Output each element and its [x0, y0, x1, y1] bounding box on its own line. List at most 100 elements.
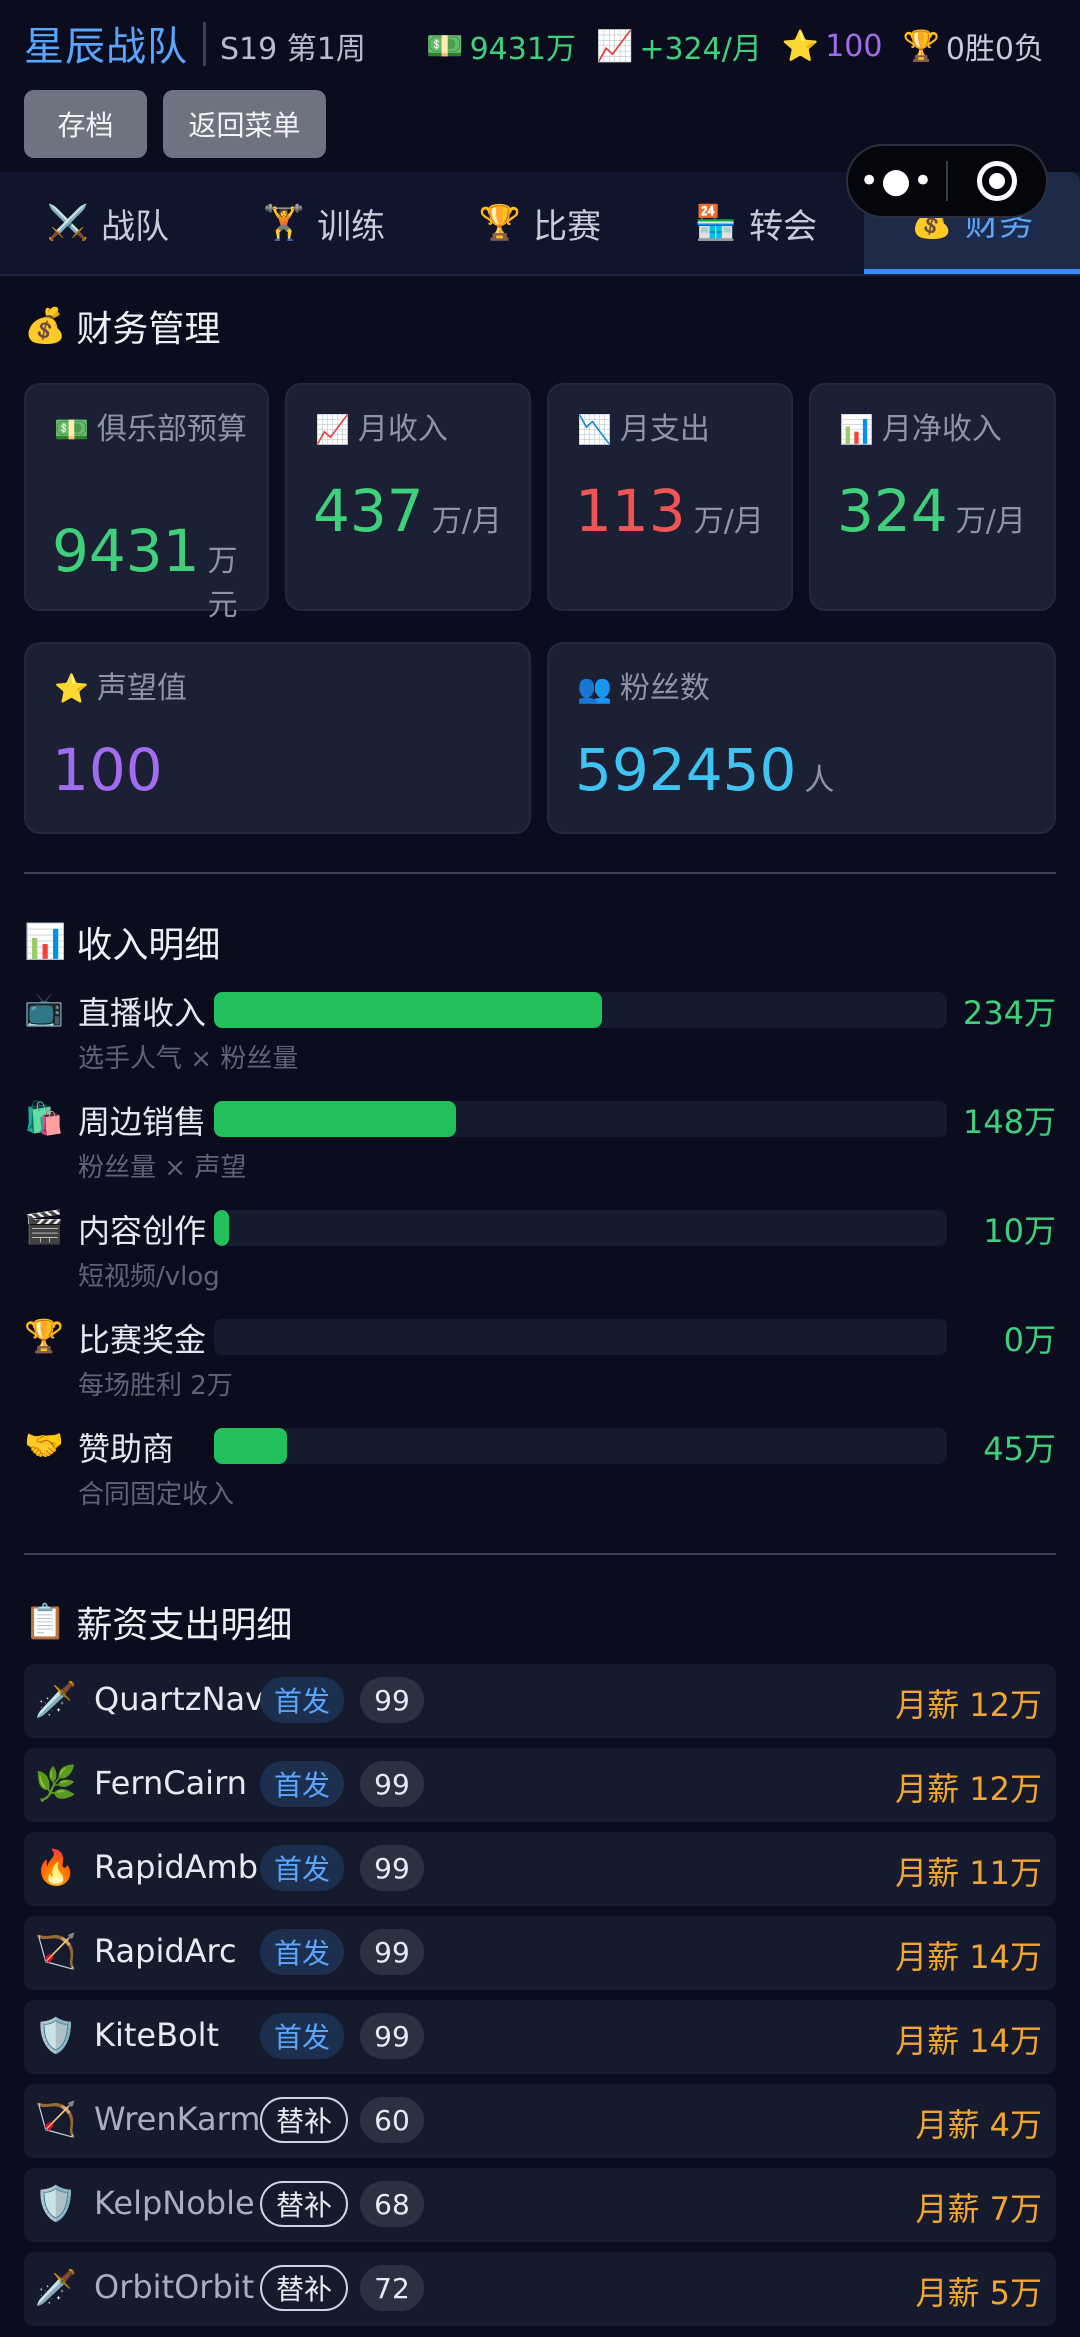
more-menu-icon[interactable]: •●• — [848, 161, 946, 201]
income-section-title: 📊 收入明细 — [24, 916, 220, 968]
stat-value: 100 — [825, 28, 883, 64]
fire-icon: 🔥 — [34, 1848, 78, 1888]
chart-down-icon: 📉 — [577, 413, 612, 446]
stat-icon: 📈 — [595, 28, 634, 64]
star-icon: ⭐ — [54, 672, 89, 705]
income-amount: 45万 — [983, 1430, 1056, 1468]
action-buttons: 存档 返回菜单 — [24, 90, 326, 158]
monthly-salary: 月薪 12万 — [895, 1686, 1042, 1724]
store-icon: 🏪 — [694, 203, 738, 243]
season-week: S19 第1周 — [220, 32, 366, 67]
income-amount: 10万 — [983, 1212, 1056, 1250]
monthly-expense-card: 📉 月支出 113 万/月 — [547, 383, 793, 611]
salary-row[interactable]: 🏹 RapidArc 首发 99 月薪 14万 — [24, 1916, 1056, 1990]
salary-row[interactable]: 🛡️ KelpNoble 替补 68 月薪 7万 — [24, 2168, 1056, 2242]
card-label: 📊 月净收入 — [839, 411, 1038, 449]
income-title-text: 收入明细 — [76, 925, 221, 966]
tab-match[interactable]: 🏆 比赛 — [432, 172, 648, 274]
salary-row[interactable]: 🏹 WrenKarm 替补 60 月薪 4万 — [24, 2084, 1056, 2158]
salary-title-text: 薪资支出明细 — [76, 1605, 293, 1646]
card-value-number: 113 — [575, 477, 686, 545]
income-row: 🛍️ 周边销售 148万 粉丝量 × 声望 — [24, 1097, 1056, 1205]
shopping-bags-icon: 🛍️ — [24, 1099, 64, 1137]
dagger-icon: 🗡️ — [34, 2268, 78, 2308]
tab-team[interactable]: ⚔️ 战队 — [0, 172, 216, 274]
bar-chart-icon: 📊 — [24, 922, 67, 962]
salary-row[interactable]: 🛡️ KiteBolt 首发 99 月薪 14万 — [24, 2000, 1056, 2074]
income-row: 📺 直播收入 234万 选手人气 × 粉丝量 — [24, 988, 1056, 1096]
prestige-card: ⭐ 声望值 100 — [24, 642, 531, 834]
herb-icon: 🌿 — [34, 1764, 78, 1804]
close-miniprogram-icon[interactable] — [948, 161, 1046, 201]
budget-stat: 💵 9431万 — [426, 24, 576, 68]
salary-row[interactable]: 🌿 FernCairn 首发 99 月薪 12万 — [24, 1748, 1056, 1822]
income-name: 直播收入 — [78, 994, 207, 1032]
player-name: KiteBolt — [94, 2016, 220, 2054]
card-value-number: 9431 — [52, 517, 200, 585]
tab-label: 比赛 — [533, 206, 602, 247]
income-bar-track — [214, 992, 947, 1028]
role-badge: 首发 — [260, 1845, 345, 1891]
card-value-unit: 人 — [804, 763, 835, 798]
income-bar-track — [214, 1428, 947, 1464]
prestige-stat: ⭐ 100 — [782, 29, 883, 64]
monthly-salary: 月薪 7万 — [915, 2190, 1042, 2228]
tab-transfer[interactable]: 🏪 转会 — [648, 172, 864, 274]
income-bar-fill — [214, 1101, 456, 1137]
tab-label: 训练 — [317, 206, 386, 247]
income-amount: 234万 — [962, 994, 1056, 1032]
income-row: 🤝 赞助商 45万 合同固定收入 — [24, 1424, 1056, 1532]
net-income-stat: 📈 +324/月 — [596, 24, 762, 68]
card-value-unit: 万/月 — [693, 504, 764, 539]
income-description: 合同固定收入 — [78, 1480, 235, 1510]
card-value-unit: 万/月 — [955, 504, 1026, 539]
miniprogram-capsule: •●• — [846, 144, 1048, 218]
card-value: 592450 人 — [575, 736, 834, 804]
role-badge: 替补 — [260, 2181, 349, 2227]
back-to-menu-button[interactable]: 返回菜单 — [163, 90, 326, 158]
stat-value: +324/月 — [639, 32, 762, 67]
trophy-icon: 🏆 — [24, 1317, 64, 1355]
income-bar-track — [214, 1210, 947, 1246]
role-badge: 首发 — [260, 1929, 345, 1975]
save-button[interactable]: 存档 — [24, 90, 147, 158]
team-name: 星辰战队 — [24, 24, 188, 70]
salary-row[interactable]: 🔥 RapidAmb 首发 99 月薪 11万 — [24, 1832, 1056, 1906]
clapper-icon: 🎬 — [24, 1208, 64, 1246]
card-value-number: 324 — [837, 477, 948, 545]
card-value-unit: 万元 — [207, 544, 238, 623]
card-label: 👥 粉丝数 — [577, 670, 1038, 708]
stat-value: 0胜0负 — [945, 32, 1044, 67]
card-value: 437 万/月 — [313, 477, 502, 545]
salary-row[interactable]: 🗡️ QuartzNav 首发 99 月薪 12万 — [24, 1664, 1056, 1738]
rating-badge: 72 — [360, 2265, 424, 2311]
card-value: 324 万/月 — [837, 477, 1026, 545]
target-ring — [976, 161, 1017, 201]
card-label-text: 俱乐部预算 — [96, 412, 247, 447]
shield-icon: 🛡️ — [34, 2016, 78, 2056]
chart-up-icon: 📈 — [315, 413, 350, 446]
stat-icon: ⭐ — [781, 28, 820, 64]
player-name: KelpNoble — [94, 2184, 255, 2222]
weightlifter-icon: 🏋️ — [262, 203, 306, 243]
top-bar: 星辰战队 S19 第1周 💵 9431万 📈 +324/月 ⭐ 100 🏆 0胜0负 — [0, 0, 1080, 88]
card-value: 100 — [52, 736, 163, 804]
player-name: QuartzNav — [94, 1680, 265, 1718]
card-label: ⭐ 声望值 — [54, 670, 513, 708]
salary-row[interactable]: 🗡️ OrbitOrbit 替补 72 月薪 5万 — [24, 2252, 1056, 2326]
bow-arrow-icon: 🏹 — [34, 1932, 78, 1972]
rating-badge: 99 — [360, 1845, 424, 1891]
rating-badge: 99 — [360, 2013, 424, 2059]
shield-icon: 🛡️ — [34, 2184, 78, 2224]
income-bar-fill — [214, 1428, 288, 1464]
rating-badge: 68 — [360, 2181, 424, 2227]
tab-training[interactable]: 🏋️ 训练 — [216, 172, 432, 274]
card-label-text: 粉丝数 — [619, 671, 710, 706]
trophy-icon: 🏆 — [478, 203, 522, 243]
section-divider — [24, 1553, 1056, 1555]
rating-badge: 99 — [360, 1761, 424, 1807]
player-name: FernCairn — [94, 1764, 247, 1802]
card-value-number: 592450 — [575, 736, 797, 804]
header-stats: 💵 9431万 📈 +324/月 ⭐ 100 🏆 0胜0负 — [426, 24, 1044, 68]
net-income-card: 📊 月净收入 324 万/月 — [809, 383, 1056, 611]
